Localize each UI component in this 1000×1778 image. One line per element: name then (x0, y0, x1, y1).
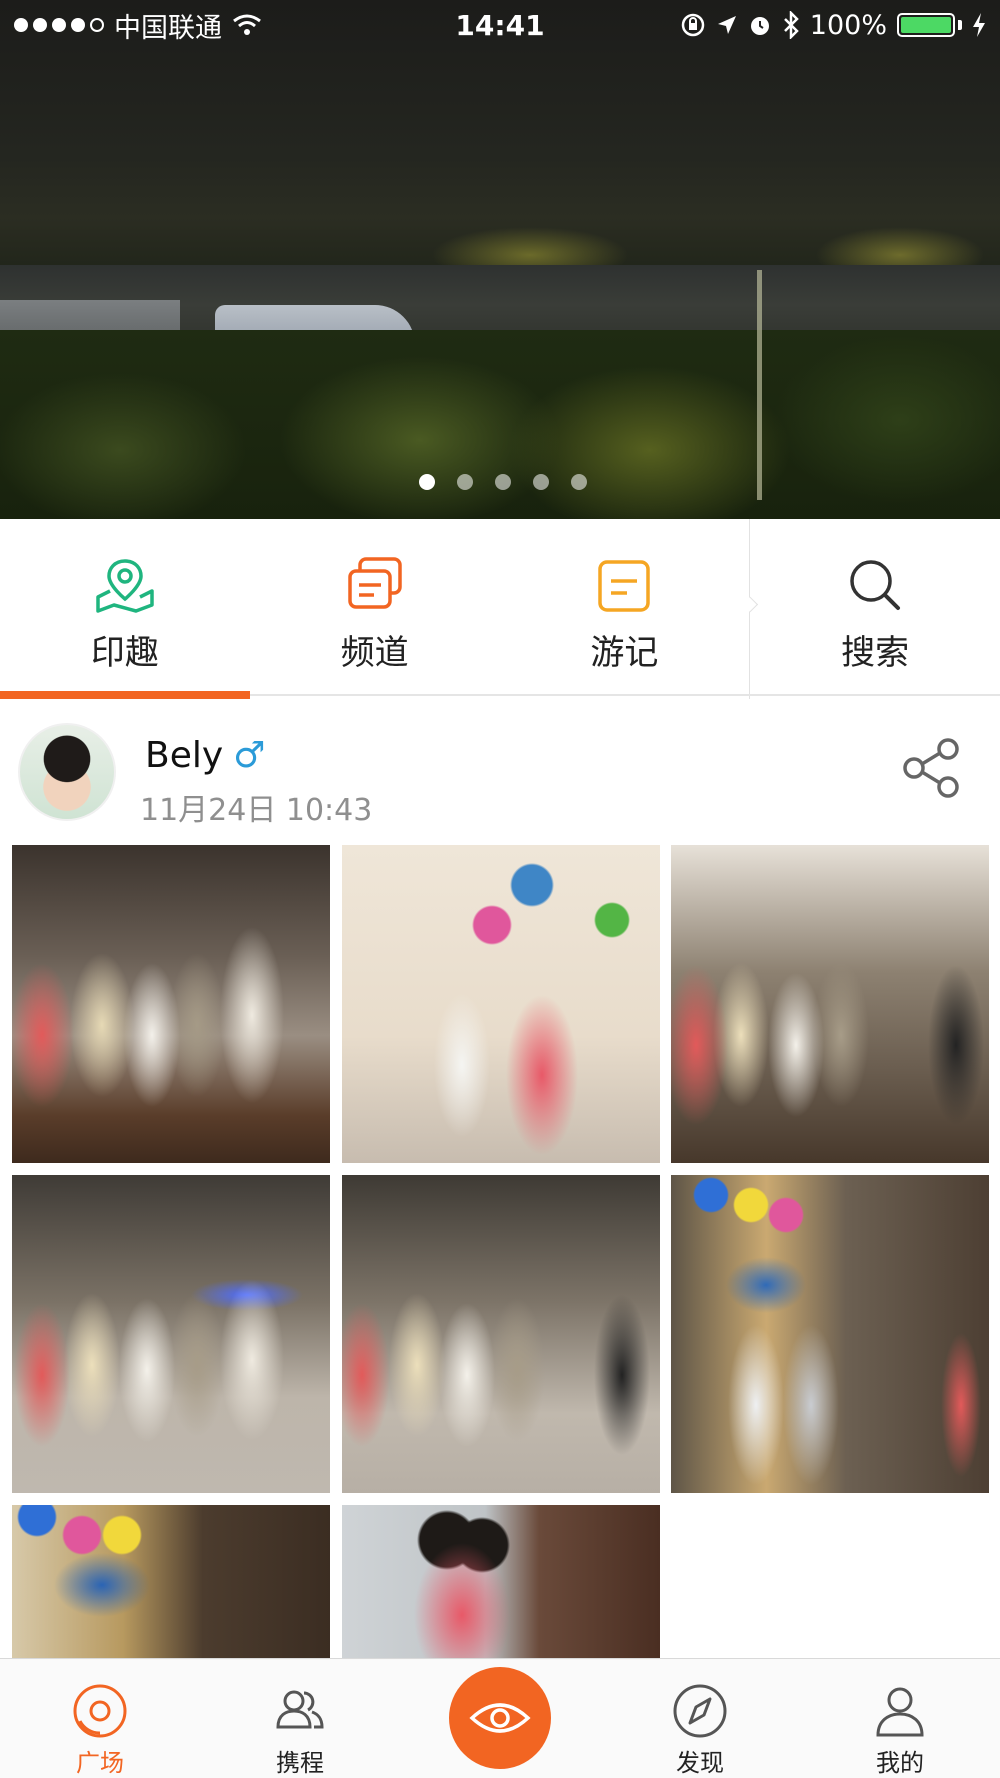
location-arrow-icon (717, 16, 736, 34)
profile-icon (876, 1687, 924, 1737)
charging-bolt-icon (973, 13, 985, 37)
pagination-dot[interactable] (533, 474, 549, 490)
nav-tile-label: 频道 (340, 633, 409, 673)
group-icon (276, 1690, 324, 1729)
post-photo[interactable] (342, 1505, 660, 1660)
post-photo-grid (12, 845, 990, 1660)
post-photo[interactable] (342, 1175, 660, 1493)
battery-percent: 100% (809, 9, 887, 41)
plaza-icon (73, 1684, 127, 1738)
nav-tile-label: 印趣 (90, 633, 159, 673)
avatar[interactable] (18, 723, 116, 821)
nav-tile-label: 搜索 (841, 633, 910, 673)
post-photo[interactable] (671, 1175, 989, 1493)
post-header: Bely ♂ 11月24日 10:43 (0, 715, 1000, 828)
active-tile-indicator (0, 691, 250, 699)
tab-discover[interactable]: 发现 (600, 1659, 800, 1778)
pagination-dot[interactable] (419, 474, 435, 490)
bluetooth-icon (783, 11, 799, 39)
carrier-name: 中国联通 (114, 12, 222, 44)
travel-notes-icon (598, 560, 651, 612)
hero-banner[interactable]: 中国联通 14:41 100% (0, 0, 1000, 519)
rotation-lock-icon (681, 13, 705, 37)
eye-icon (469, 1703, 531, 1733)
tab-plaza[interactable]: 广场 (0, 1659, 200, 1778)
status-bar: 中国联通 14:41 100% (0, 0, 1000, 50)
alarm-icon (750, 17, 769, 35)
male-gender-icon: ♂ (233, 735, 266, 776)
nav-tile-channel[interactable]: 频道 (250, 519, 500, 699)
post-photo[interactable] (12, 1505, 330, 1660)
nav-tile-yinqu[interactable]: 印趣 (0, 519, 250, 699)
post-photo[interactable] (12, 1175, 330, 1493)
share-icon[interactable] (900, 735, 966, 801)
nav-tile-label: 游记 (590, 633, 659, 673)
pagination-dot[interactable] (457, 474, 473, 490)
pagination-dot[interactable] (571, 474, 587, 490)
channel-cards-icon (347, 557, 402, 609)
center-camera-button[interactable] (449, 1667, 551, 1769)
nav-tile-search[interactable]: 搜索 (749, 519, 1000, 699)
map-pin-icon (96, 559, 154, 613)
tab-ctrip[interactable]: 携程 (200, 1659, 400, 1778)
bottom-tab-bar: 广场 携程 发现 我的 (0, 1658, 1000, 1778)
post-photo[interactable] (671, 845, 989, 1163)
compass-icon (673, 1684, 727, 1738)
wifi-icon (233, 14, 261, 35)
tab-label: 携程 (276, 1749, 324, 1777)
username-row: Bely ♂ (145, 735, 265, 776)
battery-icon (897, 13, 962, 37)
post-timestamp: 11月24日 10:43 (140, 793, 373, 828)
tab-center (400, 1659, 600, 1778)
tab-label: 我的 (876, 1749, 924, 1777)
post-photo[interactable] (342, 845, 660, 1163)
category-nav: 印趣 频道 游记 搜索 (0, 519, 1000, 699)
post-photo[interactable] (12, 845, 330, 1163)
banner-trees (0, 330, 1000, 519)
username[interactable]: Bely (145, 735, 223, 776)
tab-label: 广场 (76, 1749, 124, 1777)
nav-tile-travelnotes[interactable]: 游记 (500, 519, 750, 699)
search-icon (850, 560, 901, 610)
banner-pagination[interactable] (0, 474, 1000, 490)
signal-strength-icon (14, 18, 104, 32)
tab-label: 发现 (676, 1749, 724, 1777)
pagination-dot[interactable] (495, 474, 511, 490)
banner-lamp-post (757, 270, 762, 500)
tab-mine[interactable]: 我的 (800, 1659, 1000, 1778)
